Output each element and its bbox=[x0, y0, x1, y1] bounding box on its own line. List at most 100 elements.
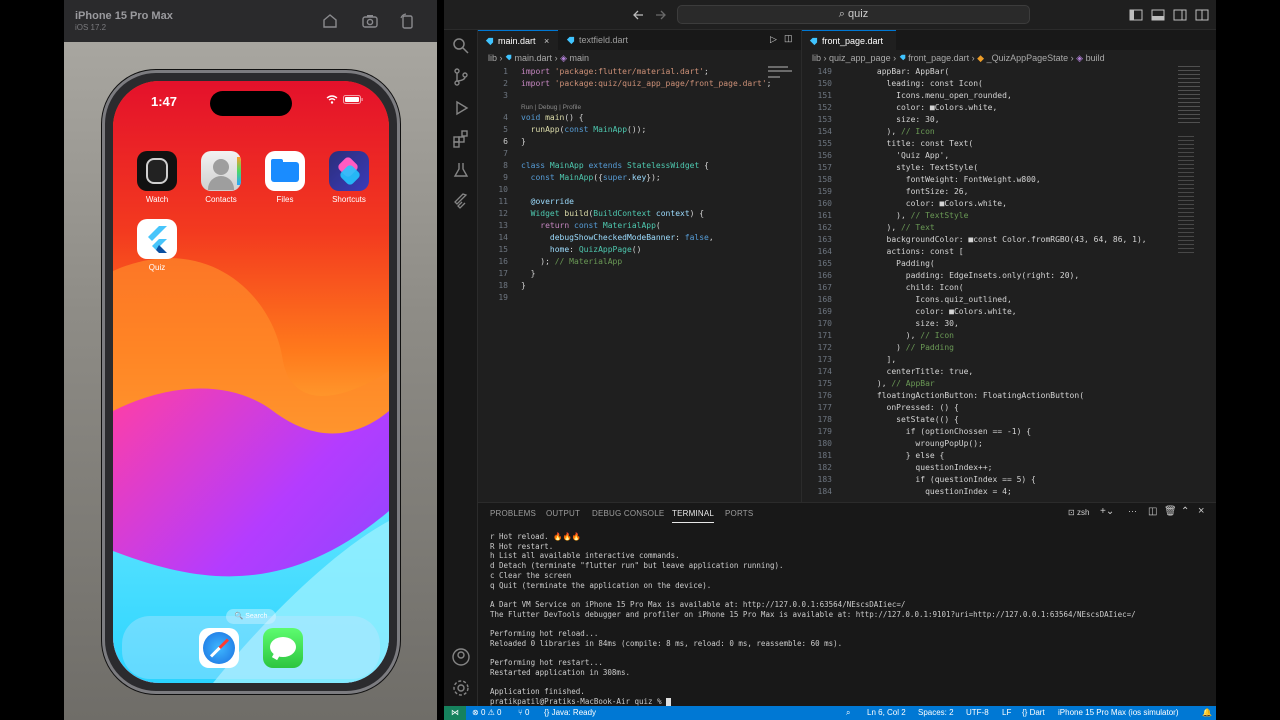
toggle-secondary-sidebar-icon[interactable] bbox=[1172, 7, 1188, 23]
line-number: 180 bbox=[817, 439, 832, 448]
activity-bar bbox=[444, 30, 478, 706]
home-icon[interactable] bbox=[321, 12, 339, 30]
panel-tab-ports[interactable]: PORTS bbox=[725, 509, 753, 518]
line-number: 172 bbox=[817, 343, 832, 352]
new-terminal-icon[interactable]: +⌄ bbox=[1100, 506, 1114, 517]
contacts-icon bbox=[201, 151, 241, 191]
line-number: 7 bbox=[503, 149, 508, 158]
line-number: 178 bbox=[817, 415, 832, 424]
tab-textfield-dart[interactable]: textfield.dart bbox=[559, 30, 641, 50]
editor-group-right[interactable]: front_page.dart lib › quiz_app_page › fr… bbox=[801, 30, 1216, 502]
java-status[interactable]: {} Java: Ready bbox=[544, 706, 596, 720]
tab-bar: front_page.dart bbox=[802, 30, 1216, 50]
breadcrumb-item[interactable]: quiz_app_page bbox=[829, 53, 891, 63]
line-number: 10 bbox=[498, 185, 508, 194]
minimap[interactable] bbox=[768, 66, 794, 496]
breadcrumb-item[interactable]: main.dart bbox=[515, 53, 553, 63]
panel-tab-debug-console[interactable]: DEBUG CONSOLE bbox=[592, 509, 664, 518]
messages-icon[interactable] bbox=[263, 628, 303, 668]
dart-file-icon bbox=[899, 54, 905, 61]
account-icon[interactable] bbox=[451, 647, 471, 667]
cursor-position[interactable]: Ln 6, Col 2 bbox=[867, 706, 906, 720]
tab-front-page-dart[interactable]: front_page.dart bbox=[802, 30, 896, 50]
breadcrumb-item[interactable]: lib bbox=[488, 53, 497, 63]
title-bar: ⌕ quiz bbox=[444, 0, 1216, 30]
zoom-icon[interactable]: ⌕ bbox=[846, 706, 850, 720]
code-line: Icons.menu_open_rounded, bbox=[848, 91, 1012, 100]
explorer-search-icon[interactable] bbox=[451, 36, 471, 56]
minimap[interactable] bbox=[1178, 66, 1204, 496]
terminal-line: Reloaded 0 libraries in 84ms (compile: 8… bbox=[490, 638, 843, 648]
home-screen[interactable]: 1:47 Watch Contacts Files Shortcuts Quiz… bbox=[113, 81, 389, 683]
line-number: 19 bbox=[498, 293, 508, 302]
encoding[interactable]: UTF-8 bbox=[966, 706, 989, 720]
rotate-icon[interactable] bbox=[398, 12, 416, 30]
ports-count: 0 bbox=[525, 708, 530, 717]
language-mode[interactable]: {} Dart bbox=[1022, 706, 1045, 720]
tab-main-dart[interactable]: main.dart × bbox=[478, 30, 558, 50]
tab-label: front_page.dart bbox=[822, 36, 884, 46]
breadcrumb-item[interactable]: build bbox=[1086, 53, 1105, 63]
app-quiz[interactable]: Quiz bbox=[135, 219, 179, 272]
toggle-panel-icon[interactable] bbox=[1150, 7, 1166, 23]
code-line: padding: EdgeInsets.only(right: 20), bbox=[848, 271, 1080, 280]
breadcrumb-item[interactable]: main bbox=[570, 53, 590, 63]
code-line: debugShowCheckedModeBanner: false, bbox=[549, 233, 714, 242]
terminal-line: Restarted application in 308ms. bbox=[490, 667, 630, 677]
command-center-search[interactable]: ⌕ quiz bbox=[677, 5, 1030, 24]
maximize-panel-icon[interactable]: ⌃ bbox=[1181, 506, 1189, 517]
panel-tab-terminal[interactable]: TERMINAL bbox=[672, 509, 715, 523]
editor-group-left[interactable]: main.dart × textfield.dart ▷ ◫ lib › mai… bbox=[478, 30, 801, 502]
split-terminal-icon[interactable]: ◫ bbox=[1148, 506, 1157, 517]
ports-indicator[interactable]: ⑂ 0 bbox=[518, 706, 530, 720]
line-number: 9 bbox=[503, 173, 508, 182]
safari-icon[interactable] bbox=[199, 628, 239, 668]
settings-gear-icon[interactable] bbox=[451, 678, 471, 698]
terminal-cursor bbox=[666, 697, 672, 706]
run-icon[interactable]: ▷ bbox=[770, 34, 777, 45]
line-number: 163 bbox=[817, 235, 832, 244]
terminal-shell-selector[interactable]: ⊡ zsh bbox=[1068, 508, 1089, 517]
run-debug-icon[interactable] bbox=[451, 98, 471, 118]
breadcrumb-item[interactable]: front_page.dart bbox=[908, 53, 969, 63]
screenshot-icon[interactable] bbox=[361, 12, 379, 30]
customize-layout-icon[interactable] bbox=[1194, 7, 1210, 23]
line-number: 166 bbox=[817, 271, 832, 280]
error-count: 0 bbox=[480, 708, 486, 717]
ellipsis-icon[interactable]: ··· bbox=[1128, 506, 1137, 516]
app-files[interactable]: Files bbox=[263, 151, 307, 204]
close-panel-icon[interactable]: × bbox=[1198, 505, 1204, 517]
app-shortcuts[interactable]: Shortcuts bbox=[327, 151, 371, 204]
indentation[interactable]: Spaces: 2 bbox=[918, 706, 954, 720]
end-of-line[interactable]: LF bbox=[1002, 706, 1011, 720]
testing-icon[interactable] bbox=[451, 160, 471, 180]
notifications-bell-icon[interactable]: 🔔 bbox=[1202, 706, 1212, 720]
app-watch[interactable]: Watch bbox=[135, 151, 179, 204]
breadcrumb-item[interactable]: _QuizAppPageState bbox=[987, 53, 1069, 63]
warning-icon: ⚠ bbox=[487, 708, 495, 717]
back-arrow-icon[interactable] bbox=[631, 7, 647, 23]
tab-label: main.dart bbox=[498, 36, 536, 46]
source-control-icon[interactable] bbox=[451, 67, 471, 87]
code-line: } bbox=[521, 269, 536, 278]
os-version: iOS 17.2 bbox=[75, 23, 107, 32]
toggle-sidebar-icon[interactable] bbox=[1128, 7, 1144, 23]
flutter-outline-icon[interactable] bbox=[451, 191, 471, 211]
breadcrumb-item[interactable]: lib bbox=[812, 53, 821, 63]
forward-arrow-icon[interactable] bbox=[652, 7, 668, 23]
app-contacts[interactable]: Contacts bbox=[199, 151, 243, 204]
remote-indicator-icon[interactable]: ⋈ bbox=[444, 706, 466, 720]
split-editor-icon[interactable]: ◫ bbox=[784, 33, 793, 44]
panel-tab-output[interactable]: OUTPUT bbox=[546, 509, 580, 518]
panel-tab-problems[interactable]: PROBLEMS bbox=[490, 509, 536, 518]
files-icon bbox=[265, 151, 305, 191]
flutter-device[interactable]: iPhone 15 Pro Max (ios simulator) bbox=[1058, 706, 1179, 720]
extensions-icon[interactable] bbox=[451, 129, 471, 149]
line-number: 175 bbox=[817, 379, 832, 388]
trash-icon[interactable]: 🗑 bbox=[1164, 506, 1177, 517]
problems-indicator[interactable]: ⊗ 0 ⚠ 0 bbox=[472, 706, 501, 720]
code-line: onPressed: () { bbox=[848, 403, 959, 412]
terminal-line: Application finished. bbox=[490, 687, 585, 697]
close-icon[interactable]: × bbox=[544, 36, 549, 46]
flutter-icon bbox=[137, 219, 177, 259]
